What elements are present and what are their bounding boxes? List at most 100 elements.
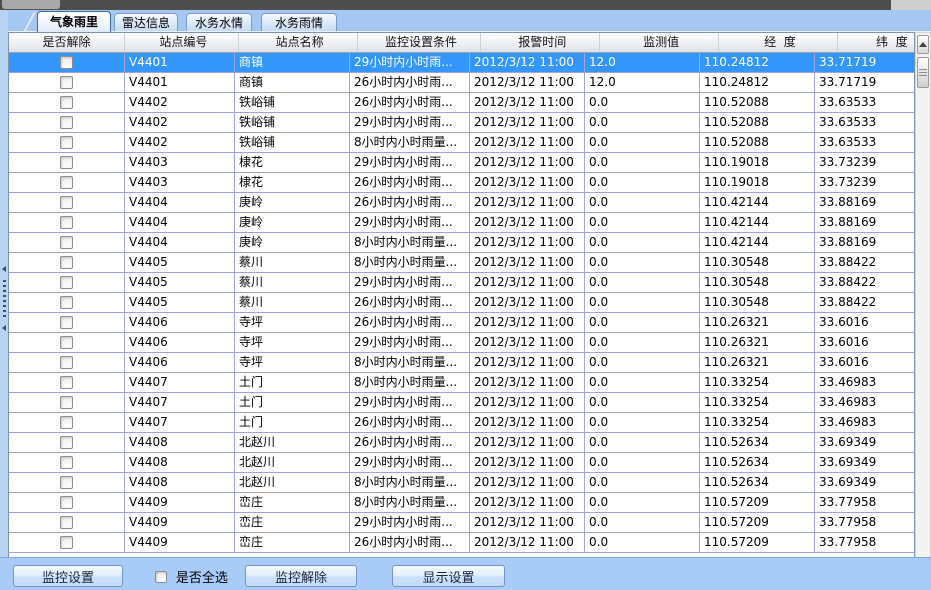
table-row[interactable]: V4401商镇29小时内小时雨...2012/3/12 11:0012.0110… xyxy=(9,53,914,73)
tab-rain-condition[interactable]: 水务雨情 xyxy=(261,13,337,32)
tab-water-condition[interactable]: 水务水情 xyxy=(186,13,252,32)
cell-station-name: 庚岭 xyxy=(235,213,350,232)
row-checkbox[interactable] xyxy=(60,436,73,449)
row-checkbox[interactable] xyxy=(60,416,73,429)
row-checkbox[interactable] xyxy=(60,56,73,69)
row-checkbox[interactable] xyxy=(60,476,73,489)
collapse-arrow-icon[interactable] xyxy=(2,266,6,272)
table-row[interactable]: V4402铁峪铺26小时内小时雨...2012/3/12 11:000.0110… xyxy=(9,93,914,113)
row-checkbox[interactable] xyxy=(60,236,73,249)
table-row[interactable]: V4403棣花29小时内小时雨...2012/3/12 11:000.0110.… xyxy=(9,153,914,173)
cell-checkbox xyxy=(9,193,125,212)
table-row[interactable]: V4404庚岭26小时内小时雨...2012/3/12 11:000.0110.… xyxy=(9,193,914,213)
cell-longitude: 110.33254 xyxy=(700,393,815,412)
tab-radar-info[interactable]: 雷达信息 xyxy=(114,13,178,32)
cell-checkbox xyxy=(9,313,125,332)
row-checkbox[interactable] xyxy=(60,316,73,329)
table-row[interactable]: V4405蔡川8小时内小时雨量...2012/3/12 11:000.0110.… xyxy=(9,253,914,273)
left-splitter[interactable] xyxy=(0,10,8,590)
row-checkbox[interactable] xyxy=(60,376,73,389)
table-row[interactable]: V4404庚岭8小时内小时雨量...2012/3/12 11:000.0110.… xyxy=(9,233,914,253)
cell-condition: 8小时内小时雨量... xyxy=(350,353,470,372)
column-header-station-name[interactable]: 站点名称 xyxy=(243,33,358,52)
table-row[interactable]: V4407土门26小时内小时雨...2012/3/12 11:000.0110.… xyxy=(9,413,914,433)
row-checkbox[interactable] xyxy=(60,396,73,409)
table-row[interactable]: V4408北赵川26小时内小时雨...2012/3/12 11:000.0110… xyxy=(9,433,914,453)
row-checkbox[interactable] xyxy=(60,256,73,269)
row-checkbox[interactable] xyxy=(60,116,73,129)
cell-station-id: V4409 xyxy=(125,493,235,512)
select-all-label: 是否全选 xyxy=(176,571,228,586)
cell-latitude: 33.6016 xyxy=(815,333,915,352)
table-row[interactable]: V4403棣花26小时内小时雨...2012/3/12 11:000.0110.… xyxy=(9,173,914,193)
cell-longitude: 110.33254 xyxy=(700,373,815,392)
table-row[interactable]: V4409峦庄29小时内小时雨...2012/3/12 11:000.0110.… xyxy=(9,513,914,533)
cell-value: 0.0 xyxy=(585,333,700,352)
cell-latitude: 33.73239 xyxy=(815,153,915,172)
table-row[interactable]: V4405蔡川26小时内小时雨...2012/3/12 11:000.0110.… xyxy=(9,293,914,313)
row-checkbox[interactable] xyxy=(60,536,73,549)
table-row[interactable]: V4406寺坪29小时内小时雨...2012/3/12 11:000.0110.… xyxy=(9,333,914,353)
row-checkbox[interactable] xyxy=(60,516,73,529)
cell-alarm-time: 2012/3/12 11:00 xyxy=(470,493,585,512)
scroll-up-button[interactable] xyxy=(917,35,929,54)
row-checkbox[interactable] xyxy=(60,196,73,209)
row-checkbox[interactable] xyxy=(60,296,73,309)
column-header-latitude[interactable]: 纬 度 xyxy=(842,33,915,52)
row-checkbox[interactable] xyxy=(60,276,73,289)
table-row[interactable]: V4402铁峪铺29小时内小时雨...2012/3/12 11:000.0110… xyxy=(9,113,914,133)
collapse-arrow-icon[interactable] xyxy=(2,325,6,331)
column-header-station-id[interactable]: 站点编号 xyxy=(129,33,239,52)
table-row[interactable]: V4401商镇26小时内小时雨...2012/3/12 11:0012.0110… xyxy=(9,73,914,93)
monitor-set-button[interactable]: 监控设置 xyxy=(13,565,123,587)
row-checkbox[interactable] xyxy=(60,216,73,229)
row-checkbox[interactable] xyxy=(60,176,73,189)
table-row[interactable]: V4409峦庄26小时内小时雨...2012/3/12 11:000.0110.… xyxy=(9,533,914,553)
table-row[interactable]: V4402铁峪铺8小时内小时雨量...2012/3/12 11:000.0110… xyxy=(9,133,914,153)
row-checkbox[interactable] xyxy=(60,136,73,149)
table-row[interactable]: V4404庚岭29小时内小时雨...2012/3/12 11:000.0110.… xyxy=(9,213,914,233)
cell-condition: 26小时内小时雨... xyxy=(350,73,470,92)
table-row[interactable]: V4406寺坪8小时内小时雨量...2012/3/12 11:000.0110.… xyxy=(9,353,914,373)
select-all-checkbox[interactable] xyxy=(155,571,167,583)
cell-checkbox xyxy=(9,233,125,252)
cell-checkbox xyxy=(9,273,125,292)
row-checkbox[interactable] xyxy=(60,356,73,369)
row-checkbox[interactable] xyxy=(60,156,73,169)
footer-bar: 监控设置 是否全选 监控解除 显示设置 xyxy=(0,557,931,590)
cell-station-id: V4405 xyxy=(125,253,235,272)
table-row[interactable]: V4407土门8小时内小时雨量...2012/3/12 11:000.0110.… xyxy=(9,373,914,393)
column-header-longitude[interactable]: 经 度 xyxy=(723,33,838,52)
cell-longitude: 110.52088 xyxy=(700,93,815,112)
cell-checkbox xyxy=(9,353,125,372)
column-header-release[interactable]: 是否解除 xyxy=(9,33,125,52)
row-checkbox[interactable] xyxy=(60,456,73,469)
cell-alarm-time: 2012/3/12 11:00 xyxy=(470,93,585,112)
tab-weather-rain[interactable]: 气象雨里 xyxy=(37,11,111,32)
scrollbar-thumb[interactable] xyxy=(917,57,929,88)
table-row[interactable]: V4405蔡川29小时内小时雨...2012/3/12 11:000.0110.… xyxy=(9,273,914,293)
cell-alarm-time: 2012/3/12 11:00 xyxy=(470,153,585,172)
cell-alarm-time: 2012/3/12 11:00 xyxy=(470,273,585,292)
table-row[interactable]: V4407土门29小时内小时雨...2012/3/12 11:000.0110.… xyxy=(9,393,914,413)
cell-station-id: V4402 xyxy=(125,93,235,112)
monitor-release-button[interactable]: 监控解除 xyxy=(245,565,357,587)
table-row[interactable]: V4408北赵川29小时内小时雨...2012/3/12 11:000.0110… xyxy=(9,453,914,473)
row-checkbox[interactable] xyxy=(60,96,73,109)
table-row[interactable]: V4406寺坪26小时内小时雨...2012/3/12 11:000.0110.… xyxy=(9,313,914,333)
table-row[interactable]: V4408北赵川8小时内小时雨量...2012/3/12 11:000.0110… xyxy=(9,473,914,493)
vertical-scrollbar[interactable] xyxy=(915,32,931,563)
row-checkbox[interactable] xyxy=(60,76,73,89)
background-window-fragment xyxy=(2,0,60,9)
column-header-condition[interactable]: 监控设置条件 xyxy=(361,33,481,52)
column-header-alarm-time[interactable]: 报警时间 xyxy=(485,33,600,52)
cell-alarm-time: 2012/3/12 11:00 xyxy=(470,213,585,232)
cell-condition: 8小时内小时雨量... xyxy=(350,373,470,392)
splitter-grip[interactable] xyxy=(3,280,6,320)
display-set-button[interactable]: 显示设置 xyxy=(392,565,505,587)
row-checkbox[interactable] xyxy=(60,496,73,509)
cell-station-id: V4407 xyxy=(125,413,235,432)
row-checkbox[interactable] xyxy=(60,336,73,349)
column-header-value[interactable]: 监测值 xyxy=(604,33,719,52)
table-row[interactable]: V4409峦庄8小时内小时雨量...2012/3/12 11:000.0110.… xyxy=(9,493,914,513)
